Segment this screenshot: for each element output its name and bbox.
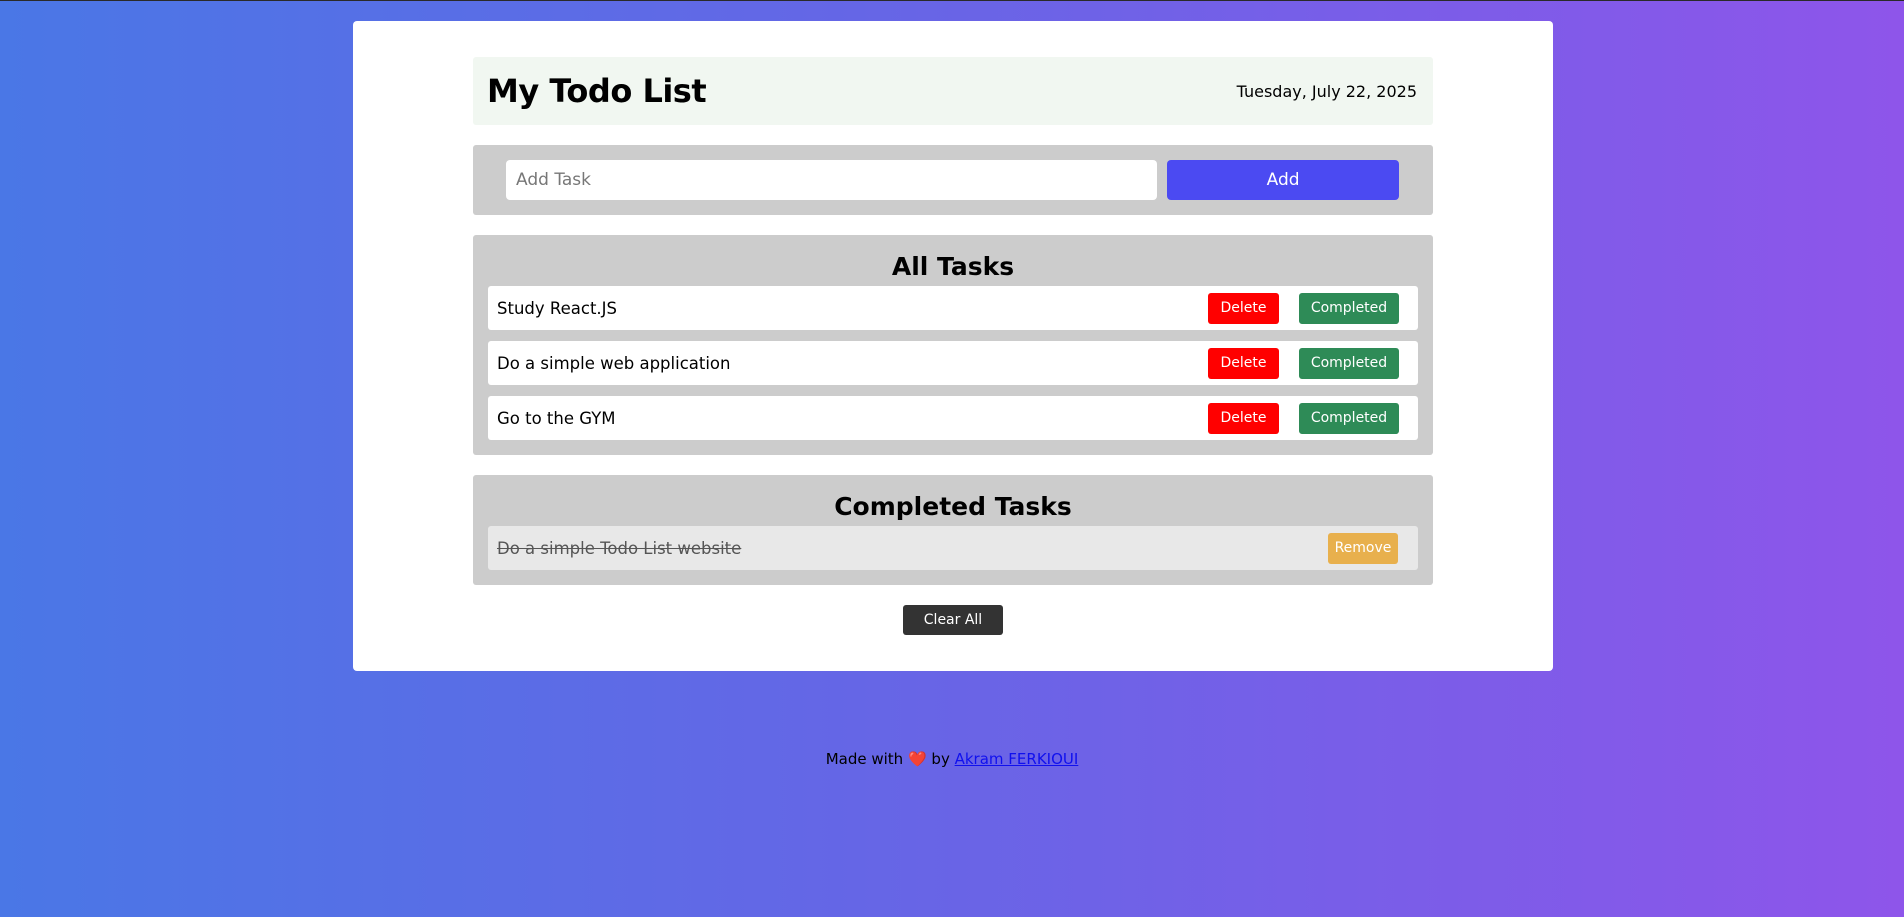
footer-by: by	[931, 750, 950, 768]
footer: Made with ❤️ by Akram FERKIOUI	[0, 750, 1904, 768]
task-text: Go to the GYM	[497, 408, 616, 428]
all-tasks-section: All Tasks Study React.JS Delete Complete…	[473, 235, 1433, 455]
task-item: Do a simple web application Delete Compl…	[488, 341, 1418, 385]
completed-tasks-section: Completed Tasks Do a simple Todo List we…	[473, 475, 1433, 585]
task-item: Study React.JS Delete Completed	[488, 286, 1418, 330]
completed-task-text: Do a simple Todo List website	[497, 538, 742, 558]
task-item: Go to the GYM Delete Completed	[488, 396, 1418, 440]
todo-container: My Todo List Tuesday, July 22, 2025 Add …	[473, 57, 1433, 635]
app-header: My Todo List Tuesday, July 22, 2025	[473, 57, 1433, 125]
page-title: My Todo List	[487, 72, 707, 110]
complete-button[interactable]: Completed	[1299, 402, 1399, 434]
top-border-line	[0, 0, 1904, 1]
add-task-input[interactable]	[506, 160, 1158, 200]
completed-tasks-title: Completed Tasks	[834, 492, 1072, 521]
delete-button[interactable]: Delete	[1208, 402, 1279, 434]
task-text: Do a simple web application	[497, 353, 731, 373]
all-tasks-title: All Tasks	[891, 252, 1015, 281]
completed-task-item: Do a simple Todo List website Remove	[488, 526, 1418, 570]
author-link[interactable]: Akram FERKIOUI	[955, 750, 1079, 768]
add-task-bar: Add	[473, 145, 1433, 215]
heart-icon: ❤️	[907, 750, 927, 768]
footer-made-with: Made with	[825, 750, 904, 768]
complete-button[interactable]: Completed	[1299, 292, 1399, 324]
clear-all-button[interactable]: Clear All	[903, 605, 1003, 635]
clear-all-wrapper: Clear All	[473, 605, 1433, 635]
current-date: Tuesday, July 22, 2025	[1236, 81, 1417, 101]
todo-card: My Todo List Tuesday, July 22, 2025 Add …	[353, 21, 1553, 671]
add-button[interactable]: Add	[1167, 160, 1399, 200]
remove-button[interactable]: Remove	[1328, 532, 1398, 564]
delete-button[interactable]: Delete	[1208, 292, 1279, 324]
delete-button[interactable]: Delete	[1208, 347, 1279, 379]
complete-button[interactable]: Completed	[1299, 347, 1399, 379]
task-text: Study React.JS	[497, 298, 617, 318]
